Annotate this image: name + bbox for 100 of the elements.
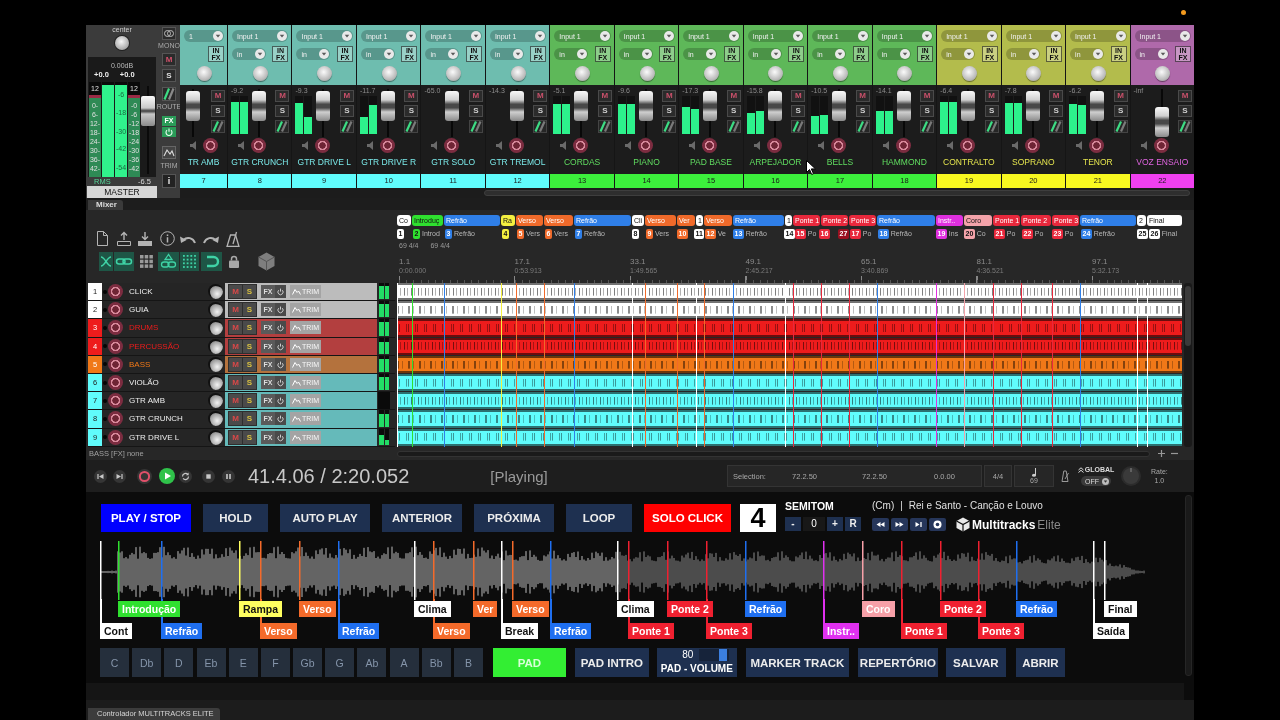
minus-icon[interactable] (1171, 450, 1178, 457)
mute-button[interactable]: M (855, 90, 870, 102)
record-icon[interactable] (108, 338, 123, 354)
new-file-icon[interactable] (97, 231, 108, 246)
info-button[interactable]: i (162, 174, 176, 188)
key-button[interactable]: Db (132, 648, 162, 677)
slashes-icon[interactable] (211, 120, 225, 133)
solo-button[interactable]: S (984, 105, 999, 117)
key-button[interactable]: Bb (421, 648, 451, 677)
solo-button[interactable]: S (211, 105, 225, 117)
solo-button[interactable]: S (243, 376, 256, 390)
group-icon[interactable] (158, 252, 179, 271)
record-icon[interactable] (251, 138, 266, 153)
fader-handle[interactable] (638, 91, 653, 121)
control-button[interactable]: SOLO CLICK (644, 504, 731, 532)
speaker-icon[interactable] (753, 141, 761, 150)
speaker-icon[interactable] (818, 141, 826, 150)
solo-button[interactable]: S (243, 339, 256, 353)
solo-button[interactable]: S (243, 357, 256, 371)
mute-button[interactable]: M (275, 90, 290, 102)
fader-handle[interactable] (574, 91, 589, 121)
record-icon[interactable] (108, 320, 123, 336)
knob-icon[interactable] (208, 393, 223, 409)
solo-button[interactable]: S (243, 412, 256, 426)
speaker-icon[interactable] (1140, 141, 1148, 150)
slashes-icon[interactable] (404, 120, 419, 133)
record-icon[interactable] (1153, 138, 1169, 153)
metronome-icon[interactable] (1060, 470, 1070, 482)
solo-button[interactable]: S (162, 69, 176, 82)
record-icon[interactable] (315, 138, 331, 153)
key-button[interactable]: D (164, 648, 194, 677)
power-icon[interactable] (162, 127, 176, 137)
pad-button[interactable]: PAD INTRO (574, 648, 649, 677)
key-button[interactable]: A (389, 648, 419, 677)
speaker-icon[interactable] (190, 141, 197, 150)
mute-button[interactable]: M (339, 90, 354, 102)
power-icon[interactable] (275, 285, 286, 299)
section-marker[interactable]: Ponte 3 (706, 623, 752, 639)
skip-back-icon[interactable] (94, 469, 107, 483)
fader-handle[interactable] (767, 91, 782, 121)
record-icon[interactable] (108, 284, 123, 300)
decrease-button[interactable]: - (785, 517, 801, 531)
record-icon[interactable] (831, 138, 847, 153)
knob-icon[interactable] (208, 411, 223, 427)
action-button[interactable]: REPERTÓRIO (857, 648, 938, 677)
section-marker[interactable]: Ponte 3 (978, 623, 1024, 639)
section-marker[interactable]: Ponte 1 (901, 623, 947, 639)
slashes-icon[interactable] (468, 120, 483, 133)
section-marker[interactable]: Ponte 1 (628, 623, 674, 639)
speaker-icon[interactable] (1011, 141, 1019, 150)
plus-icon[interactable] (1158, 450, 1165, 457)
repeat-icon[interactable] (179, 469, 192, 483)
power-icon[interactable] (275, 339, 286, 353)
section-marker[interactable]: Refrão (161, 623, 203, 639)
key-button[interactable]: Ab (357, 648, 387, 677)
mute-button[interactable]: M (984, 90, 999, 102)
upload-icon[interactable] (117, 231, 131, 246)
section-marker[interactable]: Saída (1093, 623, 1129, 639)
volume-slider[interactable] (699, 649, 730, 661)
metronome-icon[interactable] (225, 230, 241, 247)
power-icon[interactable] (275, 357, 286, 371)
slashes-icon[interactable] (1113, 120, 1128, 133)
volume-fader[interactable] (249, 87, 269, 137)
mute-button[interactable]: M (162, 53, 176, 66)
section-marker[interactable]: Refrão (550, 623, 592, 639)
fader-handle[interactable] (380, 91, 395, 121)
vertical-scrollbar[interactable] (1184, 283, 1192, 447)
volume-fader[interactable] (183, 87, 203, 137)
reset-button[interactable]: R (845, 517, 861, 531)
section-marker[interactable]: Rampa (239, 601, 282, 617)
power-icon[interactable] (275, 412, 286, 426)
rewind-icon[interactable] (872, 518, 889, 531)
speaker-icon[interactable] (431, 141, 439, 150)
solo-button[interactable]: S (243, 430, 256, 444)
section-marker[interactable]: Verso (260, 623, 297, 639)
mute-button[interactable]: M (791, 90, 806, 102)
stop-icon[interactable] (202, 469, 215, 483)
horizontal-scrollbar[interactable] (484, 190, 1190, 196)
slashes-icon[interactable] (1049, 120, 1064, 133)
skip-forward-icon[interactable] (113, 469, 126, 483)
speaker-icon[interactable] (1076, 141, 1084, 150)
fader-handle[interactable] (703, 91, 718, 121)
solo-button[interactable]: S (1049, 105, 1064, 117)
mute-button[interactable]: M (597, 90, 612, 102)
slashes-icon[interactable] (162, 87, 176, 101)
stereo-icon[interactable] (162, 27, 176, 40)
solo-button[interactable]: S (726, 105, 741, 117)
section-marker[interactable]: Ver (473, 601, 498, 617)
key-button[interactable]: F (260, 648, 290, 677)
record-icon[interactable] (108, 411, 123, 427)
solo-button[interactable]: S (243, 394, 256, 408)
section-marker[interactable]: Clima (414, 601, 451, 617)
action-button[interactable]: ABRIR (1015, 648, 1065, 677)
fader-handle[interactable] (896, 91, 911, 121)
knob-icon[interactable] (208, 375, 223, 391)
solo-button[interactable]: S (468, 105, 483, 117)
speaker-icon[interactable] (302, 141, 310, 150)
solo-button[interactable]: S (275, 105, 290, 117)
knob-icon[interactable] (208, 302, 223, 318)
zigzag-icon[interactable] (162, 146, 176, 159)
